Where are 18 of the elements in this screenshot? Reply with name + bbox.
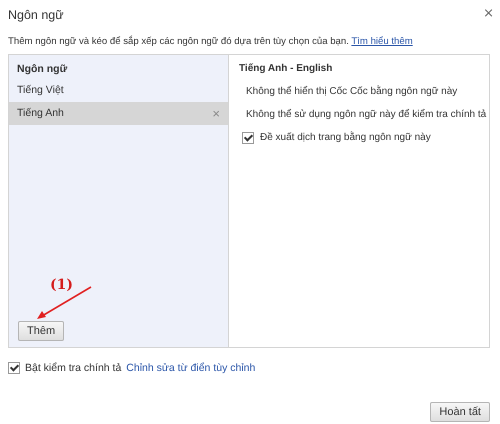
close-button[interactable]: ×	[483, 6, 494, 21]
language-title: Tiếng Anh - English	[239, 63, 334, 76]
checkbox[interactable]	[242, 132, 254, 144]
dialog-title: Ngôn ngữ	[8, 8, 64, 22]
done-button[interactable]: Hoàn tất	[430, 402, 490, 422]
learn-more-link[interactable]: Tìm hiểu thêm	[351, 36, 413, 47]
checkbox[interactable]	[8, 362, 20, 374]
edit-dictionary-link[interactable]: Chỉnh sửa từ điển tùy chỉnh	[126, 362, 256, 374]
language-item[interactable]: Tiếng Việt	[9, 79, 228, 102]
annotation-label: (1)	[50, 277, 73, 293]
checkbox-label: Đề xuất dịch trang bằng ngôn ngữ này	[260, 132, 431, 143]
info-text: Không thể sử dụng ngôn ngữ này để kiểm tra chính tả	[245, 108, 486, 122]
info-text: Không thể hiển thị Cốc Cốc bằng ngôn ngữ này	[245, 84, 458, 99]
list-header: Ngôn ngữ	[16, 62, 68, 77]
language-item[interactable]: Tiếng Anh ×	[9, 102, 228, 125]
description-text: Thêm ngôn ngữ và kéo để sắp xếp các ngôn ngữ đó dựa trên tùy chọn của bạn.	[8, 36, 349, 47]
add-button[interactable]: Thêm	[18, 321, 64, 341]
checkbox-label: Bật kiểm tra chính tả	[25, 362, 122, 374]
